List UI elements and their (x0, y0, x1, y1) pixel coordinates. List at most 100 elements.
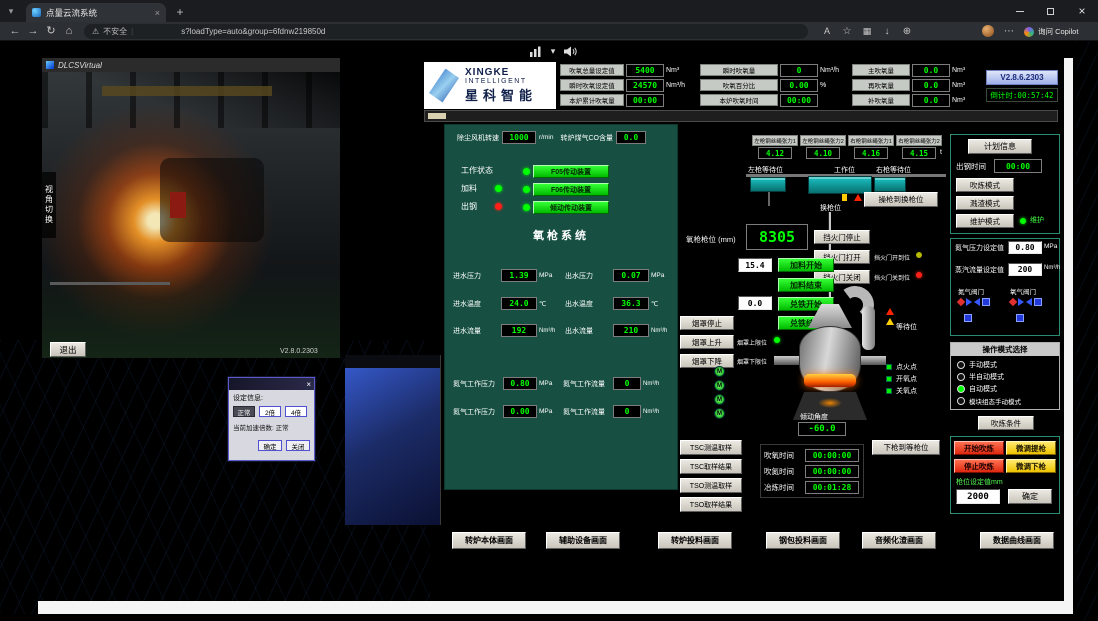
nav-converter-body-button[interactable]: 转炉本体画面 (452, 532, 526, 549)
steam-setpoint-label: 蒸汽流量设定值 (955, 265, 1004, 275)
readout-label: 吹氧百分比 (700, 79, 778, 91)
drive3-button[interactable]: 倾动传动装置 (533, 201, 609, 214)
module-manual-mode-radio[interactable] (957, 397, 965, 405)
tab-search-icon[interactable]: ▾ (4, 4, 18, 18)
n2-setpoint-input[interactable]: 0.80 (1008, 241, 1042, 254)
maintenance-mode-button[interactable]: 维护模式 (956, 214, 1014, 228)
swap-pos-marker (854, 194, 862, 201)
readout-unit: Nm³ (952, 67, 980, 74)
wait-pos-label: 等待位 (896, 322, 917, 332)
trim-lance-down-button[interactable]: 微调下枪 (1006, 459, 1056, 473)
firedoor-open-limit-led (916, 252, 922, 258)
hood-up-button[interactable]: 烟罩上升 (680, 335, 734, 349)
hmi-scrollbar[interactable] (424, 110, 1058, 122)
manual-mode-radio[interactable] (957, 361, 965, 369)
tsc-result-button[interactable]: TSC取样结果 (680, 459, 742, 474)
lance-down-to-wait-button[interactable]: 下枪到等枪位 (872, 440, 940, 455)
extensions-icon[interactable]: ⊕ (898, 22, 916, 41)
horizontal-scrollbar[interactable] (38, 601, 1073, 614)
vertical-scrollbar[interactable] (1064, 58, 1073, 601)
auto-mode-radio[interactable] (957, 385, 965, 393)
tab-title: 点量云流系统 (46, 7, 150, 19)
start-blowing-button[interactable]: 开始吹炼 (954, 441, 1004, 455)
charge-end-button[interactable]: 加料结束 (778, 278, 834, 292)
downloads-icon[interactable]: ↓ (878, 22, 896, 41)
collapse-toolbar-icon[interactable]: ▾ (547, 45, 559, 57)
to-swap-position-button[interactable]: 操枪到换枪位 (864, 192, 938, 207)
dialog-close-icon[interactable]: × (306, 380, 311, 389)
more-menu-icon[interactable]: ⋯ (1000, 22, 1018, 41)
drive1-button[interactable]: F05传动装置 (533, 165, 609, 178)
viewer-titlebar[interactable]: DLCSVirtual (42, 58, 340, 72)
work-status-title: 工作状态 (461, 165, 493, 176)
tso-measure-button[interactable]: TSO测温取样 (680, 478, 742, 493)
viewer-version: V2.8.0.2303 (280, 348, 318, 355)
firedoor-open-limit-label: 挡火门开到位 (874, 253, 910, 262)
blowing-mode-button[interactable]: 吹炼模式 (956, 178, 1014, 192)
nav-auxiliary-button[interactable]: 辅助设备画面 (546, 532, 620, 549)
hood-stop-button[interactable]: 烟罩停止 (680, 316, 734, 330)
home-icon[interactable]: ⌂ (60, 22, 78, 41)
charge-weight-display: 15.4 (738, 258, 772, 272)
collections-icon[interactable]: ▦ (858, 22, 876, 41)
forward-icon[interactable]: → (24, 22, 42, 41)
read-aloud-icon[interactable]: A (818, 22, 836, 41)
speed-normal-button[interactable]: 正常 (233, 406, 255, 417)
trim-lance-up-button[interactable]: 微调提枪 (1006, 441, 1056, 455)
profile-avatar[interactable] (982, 25, 994, 37)
brand-en2: INTELLIGENT (465, 78, 537, 85)
drive2-button[interactable]: F06传动装置 (533, 183, 609, 196)
dialog-close-button[interactable]: 关闭 (286, 440, 310, 451)
dialog-ok-button[interactable]: 确定 (258, 440, 282, 451)
semi-auto-mode-label: 半自动模式 (969, 372, 1004, 382)
browser-tab[interactable]: 点量云流系统 × (26, 3, 166, 22)
charge-start-button[interactable]: 加料开始 (778, 258, 834, 272)
firedoor-stop-button[interactable]: 挡火门停止 (814, 230, 870, 244)
label: 氮气工作流量 (563, 379, 611, 389)
tso-result-button[interactable]: TSO取样结果 (680, 497, 742, 512)
maximize-button[interactable] (1035, 0, 1066, 22)
feed-status-label: 加料 (461, 183, 477, 194)
stats-icon[interactable] (528, 46, 542, 57)
valve-bowtie-left-icon (966, 298, 972, 306)
close-button[interactable]: × (1066, 0, 1098, 22)
secondary-window-titlebar[interactable] (345, 355, 440, 368)
blowing-condition-button[interactable]: 吹炼条件 (978, 416, 1034, 430)
nav-data-curve-button[interactable]: 数据曲线画面 (980, 532, 1054, 549)
hmi-scrollbar-thumb[interactable] (428, 113, 446, 119)
viewer-title: DLCSVirtual (58, 61, 102, 70)
volume-icon[interactable] (563, 46, 577, 57)
reload-icon[interactable]: ↻ (42, 22, 60, 41)
view-angle-tab[interactable]: 视角切换 (42, 172, 56, 238)
speed-4x-button[interactable]: 4倍 (285, 406, 307, 417)
readout-value: 0.0 (912, 94, 950, 107)
slag-splash-mode-button[interactable]: 溅渣模式 (956, 196, 1014, 210)
favorites-icon[interactable]: ☆ (838, 22, 856, 41)
back-icon[interactable]: ← (6, 22, 24, 41)
plan-info-button[interactable]: 计划信息 (968, 139, 1032, 154)
minimize-button[interactable] (1004, 0, 1035, 22)
stop-blowing-button[interactable]: 停止吹炼 (954, 459, 1004, 473)
exit-button[interactable]: 退出 (50, 342, 86, 357)
lance-setpoint-confirm-button[interactable]: 确定 (1008, 489, 1052, 504)
speed-dialog-titlebar[interactable]: × (229, 378, 314, 390)
copilot-button[interactable]: 询问 Copilot (1022, 23, 1096, 40)
value: 0 (613, 377, 641, 390)
tab-close-icon[interactable]: × (155, 8, 160, 18)
nav-audio-slag-button[interactable]: 音频化渣画面 (862, 532, 936, 549)
operation-mode-title: 操作模式选择 (951, 343, 1059, 356)
new-tab-button[interactable]: + (172, 4, 188, 20)
readout-value: 0.00 (780, 79, 818, 92)
tsc-measure-button[interactable]: TSC测温取样 (680, 440, 742, 455)
speed-2x-button[interactable]: 2倍 (259, 406, 281, 417)
address-pill[interactable]: ⚠ 不安全 | s?loadType=auto&group=6fdnw21985… (84, 24, 808, 39)
lance-setpoint-input[interactable]: 2000 (956, 489, 1000, 504)
nav-converter-charging-button[interactable]: 转炉投料画面 (658, 532, 732, 549)
steam-setpoint-input[interactable]: 200 (1008, 263, 1042, 276)
nav-ladle-charging-button[interactable]: 钢包投料画面 (766, 532, 840, 549)
semi-auto-mode-radio[interactable] (957, 373, 965, 381)
readout-unit: Nm³ (666, 67, 698, 74)
viewer-viewport[interactable]: 视角切换 退出 V2.8.0.2303 (42, 72, 340, 358)
hood-down-button[interactable]: 烟罩下降 (680, 354, 734, 368)
wait-pos-marker-red (886, 308, 894, 315)
